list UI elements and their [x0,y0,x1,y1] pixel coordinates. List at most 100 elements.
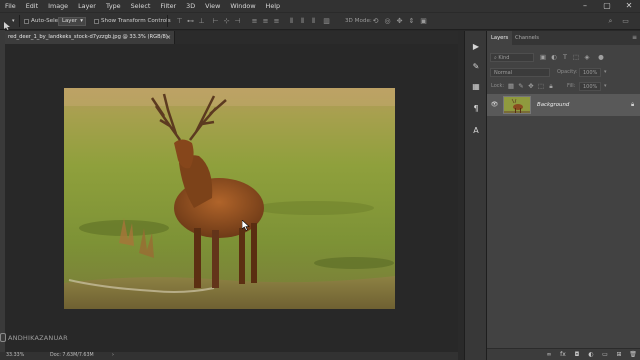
layers-panel-footer: ∞ fx ◘ ◐ ▭ ⊞ 🗑︎ [487,348,640,360]
fill-label: Fill: [567,83,576,89]
distribute-right-icon[interactable]: ⦀ [309,17,318,25]
tab-channels[interactable]: Channels [511,31,543,45]
tab-layers[interactable]: Layers [487,31,513,45]
watermark-logo-icon [0,333,6,342]
search-icon[interactable]: ⌕ [606,17,615,25]
align-vcenter-icon[interactable]: ⊷ [186,17,195,25]
grid-icon[interactable]: ▦ [470,81,482,93]
document-tab-title: red_deer_1_by_landkeks_stock-d7yzzgb.jpg… [8,34,168,40]
align-left-icon[interactable]: ⊢ [211,17,220,25]
opacity-field[interactable]: 100% [579,68,601,77]
auto-align-icon[interactable]: ▥ [322,17,331,25]
eye-icon[interactable]: 👁︎ [490,101,499,109]
move-tool-icon[interactable] [3,16,11,30]
filter-type-icon[interactable]: T [561,53,569,61]
filter-shape-icon[interactable]: ⬚ [572,53,580,61]
align-right-icon[interactable]: ⊣ [233,17,242,25]
menu-file[interactable]: File [0,0,21,12]
menu-view[interactable]: View [200,0,225,12]
layer-name[interactable]: Background [537,94,569,116]
close-tab-icon[interactable]: × [166,31,171,44]
auto-select-dropdown[interactable]: Layer ▾ [58,17,86,26]
filter-adjustment-icon[interactable]: ◐ [550,53,558,61]
status-bar: 33.33% Doc: 7.63M/7.63M › [0,352,458,360]
opacity-label: Opacity: [557,69,578,75]
add-mask-icon[interactable]: ◘ [573,351,581,359]
blend-mode-dropdown[interactable]: Normal [490,68,550,77]
separator [19,15,20,27]
layer-lock-icon[interactable]: 🔒︎ [631,101,637,109]
align-top-icon[interactable]: ⊤ [175,17,184,25]
minimize-icon[interactable]: – [574,0,596,12]
show-transform-checkbox[interactable] [94,19,99,24]
filter-pixel-icon[interactable]: ▣ [539,53,547,61]
lock-image-icon[interactable]: ✎ [517,82,525,90]
menu-image[interactable]: Image [43,0,73,12]
blend-row: Normal Opacity: 100% ▾ [487,66,640,79]
menu-window[interactable]: Window [225,0,260,12]
options-bar: ▾ Auto-Select: Layer ▾ Show Transform Co… [0,12,640,30]
distribute-hcenter-icon[interactable]: ⦀ [298,17,307,25]
3d-mode-label: 3D Mode: [345,18,372,24]
lock-position-icon[interactable]: ✥ [527,82,535,90]
new-layer-icon[interactable]: ⊞ [615,351,623,359]
distribute-vcenter-icon[interactable]: ≡ [261,17,270,25]
filter-smart-object-icon[interactable]: ◈ [583,53,591,61]
3d-roll-icon[interactable]: ◎ [383,17,392,25]
layer-thumbnail[interactable] [503,96,531,114]
align-hcenter-icon[interactable]: ⊹ [222,17,231,25]
menu-select[interactable]: Select [126,0,156,12]
blend-mode-value: Normal [494,70,513,76]
status-menu-chevron-icon[interactable]: › [112,352,114,360]
layer-style-icon[interactable]: fx [559,351,567,359]
filter-toggle-icon[interactable]: ● [597,53,605,61]
close-window-icon[interactable]: ✕ [618,0,640,12]
document-image[interactable] [64,88,395,309]
delete-layer-icon[interactable]: 🗑︎ [629,351,637,359]
distribute-left-icon[interactable]: ⦀ [287,17,296,25]
menu-type[interactable]: Type [101,0,126,12]
watermark-text: ANDHIKAZANUAR [8,334,68,342]
menu-3d[interactable]: 3D [181,0,200,12]
3d-orbit-icon[interactable]: ⟲ [371,17,380,25]
opacity-chevron-icon[interactable]: ▾ [604,68,607,77]
maximize-icon[interactable]: ▢ [596,0,618,12]
3d-slide-icon[interactable]: ⇕ [407,17,416,25]
3d-pan-icon[interactable]: ✥ [395,17,404,25]
layer-row[interactable]: 👁︎ Background 🔒︎ [487,94,640,116]
link-layers-icon[interactable]: ∞ [545,351,553,359]
auto-select-checkbox[interactable] [24,19,29,24]
separator [167,15,168,27]
distribute-bottom-icon[interactable]: ≡ [272,17,281,25]
fill-chevron-icon[interactable]: ▾ [604,82,607,91]
lock-artboard-icon[interactable]: ⬚ [537,82,545,90]
zoom-level[interactable]: 33.33% [6,352,24,360]
paragraph-icon[interactable]: ¶ [470,103,482,115]
filter-kind-dropdown[interactable]: ⌕ Kind [490,53,534,62]
3d-scale-icon[interactable]: ▣ [419,17,428,25]
workspace-icon[interactable]: ▭ [621,17,630,25]
lock-transparent-icon[interactable]: ▦ [507,82,515,90]
new-group-icon[interactable]: ▭ [601,351,609,359]
menu-filter[interactable]: Filter [155,0,181,12]
text-icon[interactable]: A [470,125,482,137]
menu-help[interactable]: Help [261,0,286,12]
panel-menu-icon[interactable]: ≡ [632,34,637,41]
document-tab[interactable]: red_deer_1_by_landkeks_stock-d7yzzgb.jpg… [5,31,175,44]
distribute-top-icon[interactable]: ≡ [250,17,259,25]
tool-preset-chevron-icon[interactable]: ▾ [12,17,15,26]
menu-bar: File Edit Image Layer Type Select Filter… [0,0,640,12]
filter-row: ⌕ Kind ▣ ◐ T ⬚ ◈ ● [487,51,640,64]
show-transform-label: Show Transform Controls [101,18,171,24]
panel-icon-dock: ▶ ✎ ▦ ¶ A [464,31,486,360]
adjustment-layer-icon[interactable]: ◐ [587,351,595,359]
menu-edit[interactable]: Edit [21,0,43,12]
brush-icon[interactable]: ✎ [470,61,482,73]
lock-label: Lock: [491,83,505,89]
document-size: Doc: 7.63M/7.63M [50,353,94,358]
menu-layer[interactable]: Layer [73,0,101,12]
lock-all-icon[interactable]: 🔒︎ [547,82,555,90]
align-bottom-icon[interactable]: ⊥ [197,17,206,25]
play-icon[interactable]: ▶ [470,41,482,53]
fill-field[interactable]: 100% [579,82,601,91]
